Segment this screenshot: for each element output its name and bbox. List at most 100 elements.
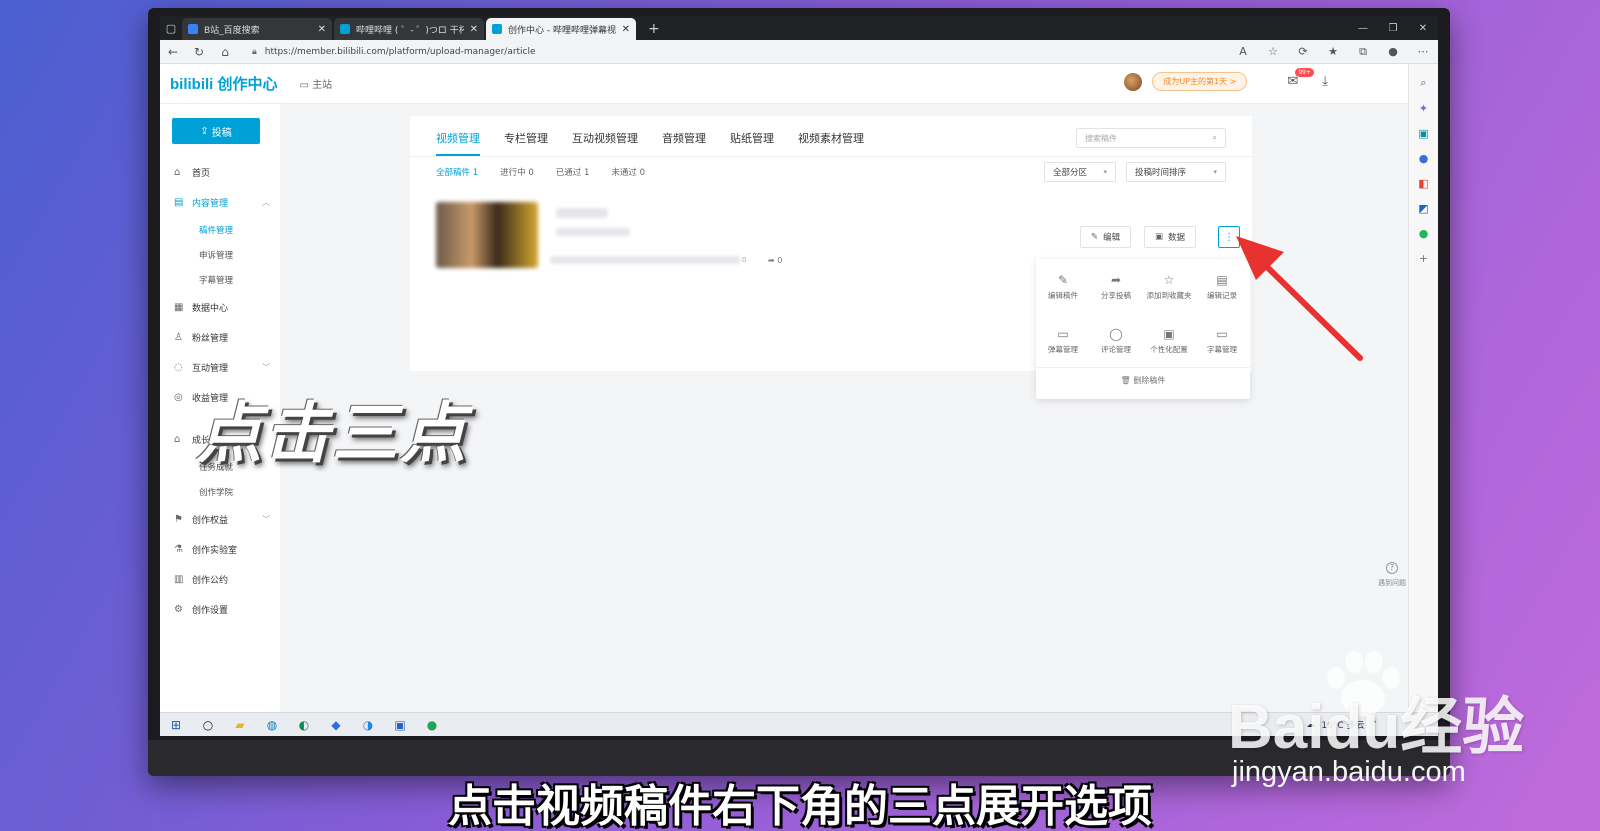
collections-icon[interactable]: ⧉ (1348, 45, 1378, 59)
search-icon[interactable]: ○ (192, 718, 224, 732)
sidebar-item-rights[interactable]: ⚑ 创作权益 ﹀ (174, 513, 270, 526)
outlook-icon[interactable]: ◩ (1418, 202, 1428, 215)
menu-danmaku[interactable]: ▭ 弹幕管理 (1036, 327, 1090, 355)
tab-column[interactable]: 专栏管理 (504, 130, 548, 156)
filter-rejected[interactable]: 未通过 0 (611, 166, 645, 178)
data-button[interactable]: ▣ 数据 (1144, 226, 1197, 248)
menu-edit-manuscript[interactable]: ✎ 编辑稿件 (1036, 273, 1090, 301)
custom-icon: ▣ (1163, 327, 1175, 341)
sidebar-sub-academy[interactable]: 创作学院 (199, 486, 233, 498)
avatar[interactable] (1124, 72, 1143, 91)
danmaku-icon: ▭ (1057, 327, 1069, 341)
help-float[interactable]: ? 遇到问题 (1378, 562, 1406, 618)
sidebar-item-data[interactable]: ▦ 数据中心 (174, 301, 270, 314)
download-icon[interactable]: ⤓ (1322, 74, 1328, 89)
refresh-icon[interactable]: ↻ (186, 45, 212, 59)
menu-subtitles[interactable]: ▭ 字幕管理 (1195, 327, 1249, 355)
minimize-icon[interactable]: — (1348, 16, 1378, 40)
folder-icon[interactable]: ▰ (224, 718, 256, 732)
tab-material[interactable]: 视频素材管理 (798, 130, 864, 156)
menu-add-favorite[interactable]: ☆ 添加到收藏夹 (1142, 273, 1196, 301)
bilibili-creator-logo[interactable]: bilibili 创作中心 (170, 73, 278, 94)
zone-select[interactable]: 全部分区 ▾ (1044, 162, 1116, 182)
tab-actions-icon[interactable]: ▢ (160, 16, 182, 40)
copilot-icon[interactable]: ✦ (1419, 102, 1428, 115)
baidu-jingyan-watermark: Baidu经验 (1228, 693, 1525, 762)
sidebar-item-convention[interactable]: ▥ 创作公约 (174, 573, 270, 586)
filter-approved[interactable]: 已通过 1 (556, 166, 590, 178)
maximize-icon[interactable]: ❐ (1378, 16, 1408, 40)
sort-select-value: 投稿时间排序 (1135, 168, 1187, 178)
profile-icon[interactable]: ● (1378, 45, 1408, 59)
search-input[interactable]: 搜索稿件 ⌕ (1076, 128, 1226, 148)
filter-in-progress[interactable]: 进行中 0 (500, 166, 534, 178)
tab-divider (410, 156, 1252, 157)
extension-icon[interactable]: ⟳ (1288, 45, 1318, 59)
home-icon[interactable]: ⌂ (212, 45, 238, 59)
shopping-icon[interactable]: ▣ (1418, 127, 1428, 140)
read-aloud-icon[interactable]: A (1228, 45, 1258, 59)
favorite-add-icon[interactable]: ☆ (1258, 45, 1288, 59)
sidebar-sub-manuscripts[interactable]: 稿件管理 (199, 224, 233, 236)
sidebar-item-home[interactable]: ⌂ 首页 (174, 166, 270, 179)
close-tab-icon[interactable]: ✕ (318, 24, 326, 35)
menu-comments[interactable]: ◯ 评论管理 (1089, 327, 1143, 355)
close-tab-icon[interactable]: ✕ (470, 24, 478, 35)
edit-button[interactable]: ✎ 编辑 (1080, 226, 1132, 248)
games-icon[interactable]: ● (1419, 227, 1429, 240)
up-days-badge[interactable]: 成为UP主的第1天 > (1152, 72, 1248, 91)
close-window-icon[interactable]: ✕ (1408, 16, 1438, 40)
sidebar-sub-appeals[interactable]: 申诉管理 (199, 249, 233, 261)
filter-all[interactable]: 全部稿件 1 (436, 166, 478, 178)
search-icon[interactable]: ⌕ (1420, 76, 1426, 90)
message-icon[interactable]: ✉ 99+ (1287, 68, 1315, 89)
menu-edit-history[interactable]: ▤ 编辑记录 (1195, 273, 1249, 301)
sidebar-item-interaction[interactable]: ◌ 互动管理 ﹀ (174, 361, 270, 374)
tab-video[interactable]: 视频管理 (436, 130, 480, 156)
pencil-icon: ✎ (1091, 232, 1099, 242)
back-icon[interactable]: ← (160, 45, 186, 59)
app-icon[interactable]: ▣ (384, 718, 416, 732)
share-count: ➦ 0 (768, 256, 782, 265)
new-tab-button[interactable]: + (638, 18, 670, 40)
search-icon[interactable]: ⌕ (1213, 133, 1217, 143)
app-icon[interactable]: ◆ (320, 718, 352, 732)
menu-share[interactable]: ➦ 分享投稿 (1089, 273, 1143, 301)
main-site-link[interactable]: ▭ 主站 (300, 76, 333, 91)
sidebar-item-label: 创作实验室 (192, 546, 238, 556)
delete-manuscript-button[interactable]: 🗑︎ 删除稿件 (1036, 375, 1250, 386)
sidebar-item-content[interactable]: ▤ 内容管理 ︿ (174, 196, 270, 209)
menu-customize[interactable]: ▣ 个性化配置 (1142, 327, 1196, 355)
sort-select[interactable]: 投稿时间排序 ▾ (1126, 162, 1226, 182)
video-thumbnail[interactable] (436, 202, 538, 268)
chevron-down-icon: ▾ (1103, 168, 1107, 176)
sidebar-item-settings[interactable]: ⚙ 创作设置 (174, 603, 270, 616)
sidebar-item-lab[interactable]: ⚗ 创作实验室 (174, 543, 270, 556)
browser-tab-3[interactable]: 创作中心 - 哔哩哔哩弹幕视频网 ✕ (486, 18, 636, 40)
browser-taskbar-icon[interactable]: ◍ (256, 718, 288, 732)
browser-tab-1[interactable]: B站_百度搜索 ✕ (182, 18, 332, 40)
office-icon[interactable]: ◧ (1418, 177, 1428, 190)
sidebar-sub-subtitles[interactable]: 字幕管理 (199, 274, 233, 286)
browser-tab-2[interactable]: 哔哩哔哩 ( ゜- ゜)つロ 干杯~-bili ✕ (334, 18, 484, 40)
upload-button[interactable]: ⇪ 投稿 (172, 118, 260, 144)
favorites-icon[interactable]: ★ (1318, 45, 1348, 59)
wechat-icon[interactable]: ● (416, 718, 448, 732)
tv-icon: ▭ (299, 80, 313, 91)
url-field[interactable]: 🔒︎ https://member.bilibili.com/platform/… (252, 47, 1228, 57)
app-icon[interactable]: ◑ (352, 718, 384, 732)
tab-sticker[interactable]: 贴纸管理 (730, 130, 774, 156)
more-browser-icon[interactable]: ⋯ (1408, 45, 1438, 59)
people-icon[interactable]: ● (1419, 152, 1429, 165)
close-tab-icon[interactable]: ✕ (622, 24, 630, 35)
tab-interactive-video[interactable]: 互动视频管理 (572, 130, 638, 156)
tab-audio[interactable]: 音频管理 (662, 130, 706, 156)
add-sidebar-icon[interactable]: + (1419, 252, 1428, 265)
sidebar-item-fans[interactable]: ♙ 粉丝管理 (174, 331, 270, 344)
edge-icon[interactable]: ◐ (288, 718, 320, 732)
windows-start-icon[interactable]: ⊞ (160, 718, 192, 732)
more-options-button[interactable]: ⋮ (1218, 226, 1240, 248)
overlay-caption: 点击三点 (196, 395, 468, 472)
video-title-blurred[interactable] (556, 208, 608, 218)
bilibili-favicon-icon (492, 24, 502, 34)
